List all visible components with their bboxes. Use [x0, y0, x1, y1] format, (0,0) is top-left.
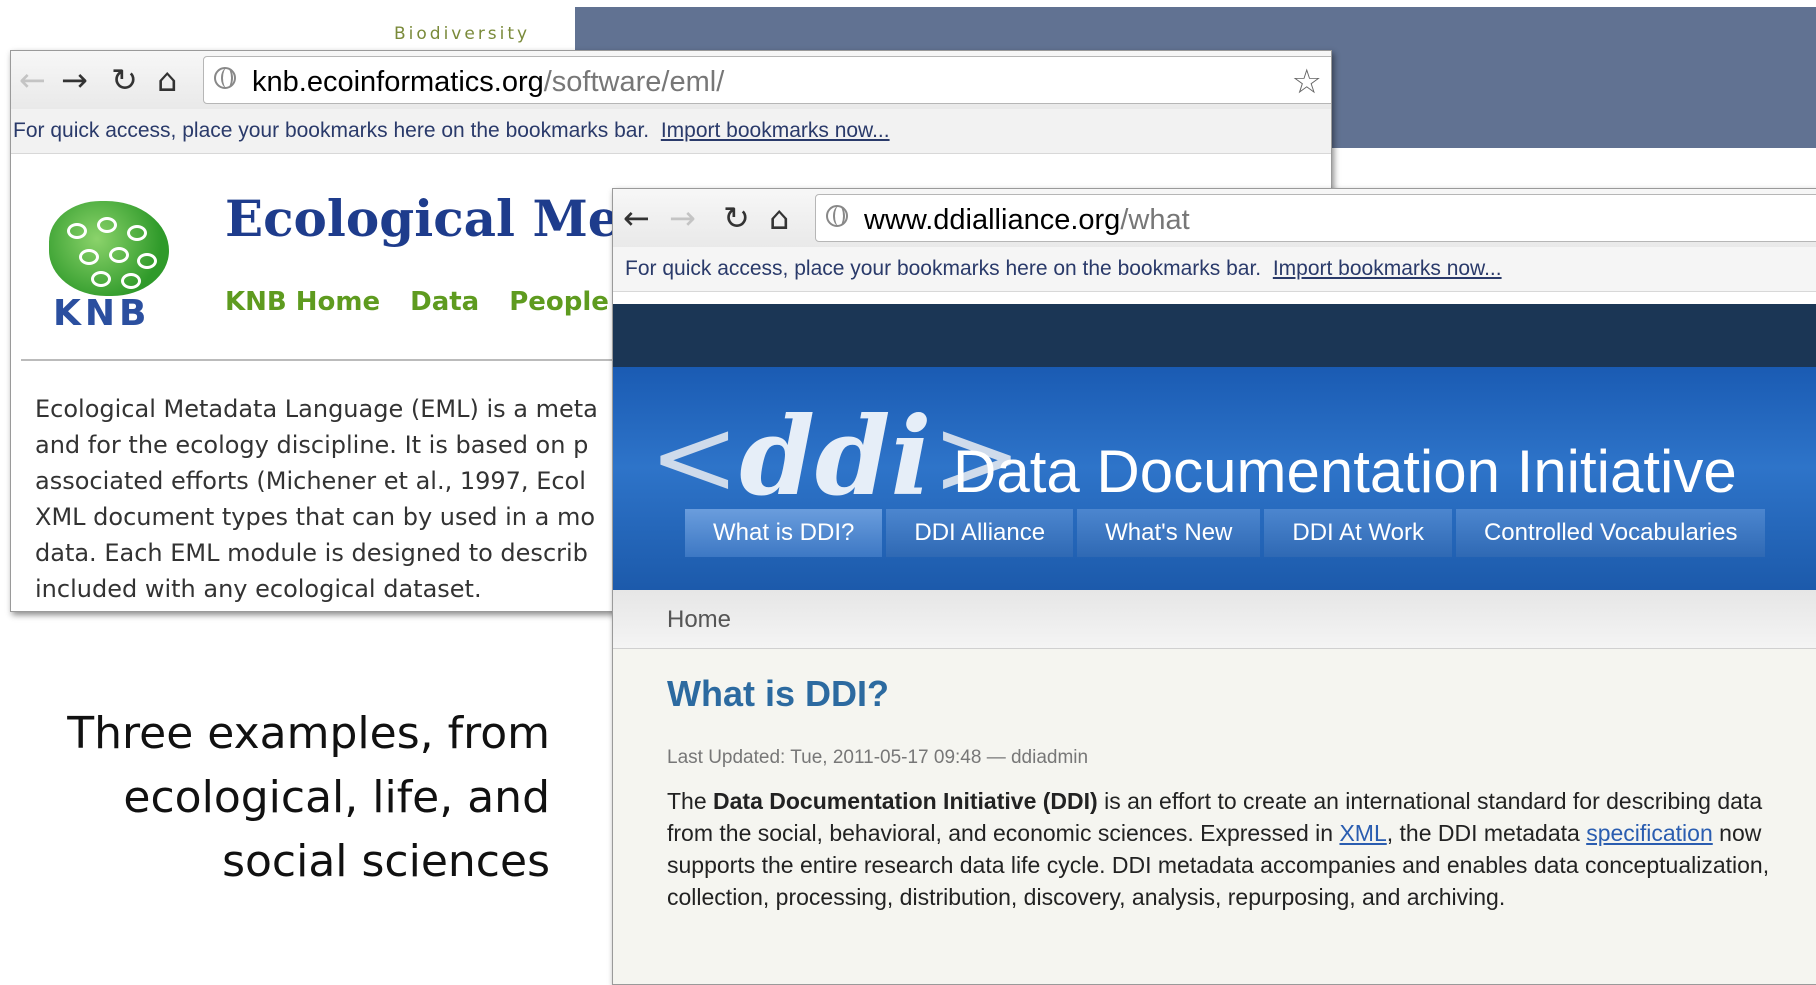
- specification-link[interactable]: specification: [1586, 820, 1713, 846]
- home-icon[interactable]: ⌂: [157, 63, 177, 97]
- url-text: www.ddialliance.org/what: [864, 204, 1190, 236]
- caption-line: Three examples, from: [67, 708, 550, 759]
- biodiversity-label: Biodiversity: [394, 24, 531, 44]
- address-bar[interactable]: www.ddialliance.org/what: [815, 194, 1816, 242]
- reload-icon[interactable]: ↻: [723, 201, 750, 235]
- site-title: Data Documentation Initiative: [953, 438, 1737, 505]
- globe-icon: [826, 205, 848, 227]
- ddi-header: <ddi> Data Documentation Initiative What…: [613, 367, 1816, 590]
- ddi-browser-window: ← → ↻ ⌂ www.ddialliance.org/what For qui…: [612, 188, 1816, 985]
- caption-line: ecological, life, and: [123, 772, 550, 823]
- back-arrow-icon[interactable]: ←: [623, 201, 650, 235]
- bookmarks-bar: For quick access, place your bookmarks h…: [11, 109, 1331, 154]
- forward-arrow-icon[interactable]: →: [669, 201, 696, 235]
- import-bookmarks-link[interactable]: Import bookmarks now...: [1273, 257, 1502, 280]
- knb-logo-text: KNB: [53, 293, 151, 334]
- home-icon[interactable]: ⌂: [769, 201, 789, 235]
- breadcrumb-home[interactable]: Home: [667, 606, 731, 634]
- import-bookmarks-link[interactable]: Import bookmarks now...: [661, 119, 890, 142]
- star-icon[interactable]: ☆: [1292, 62, 1322, 102]
- main-nav-tabs: What is DDI? DDI Alliance What's New DDI At…: [685, 509, 1769, 557]
- intro-paragraph: The Data Documentation Initiative (DDI) …: [667, 788, 1770, 910]
- forward-arrow-icon[interactable]: →: [61, 63, 88, 97]
- tab-ddi-at-work[interactable]: DDI At Work: [1264, 509, 1452, 557]
- tab-ddi-alliance[interactable]: DDI Alliance: [886, 509, 1074, 557]
- reload-icon[interactable]: ↻: [111, 63, 138, 97]
- page-title: What is DDI?: [667, 673, 889, 714]
- last-updated: Last Updated: Tue, 2011-05-17 09:48 — dd…: [667, 747, 1089, 768]
- globe-icon: [214, 67, 236, 89]
- xml-link[interactable]: XML: [1339, 820, 1386, 846]
- nav-people[interactable]: People: [509, 287, 609, 317]
- ddi-bold-term: Data Documentation Initiative (DDI): [713, 788, 1098, 814]
- bookmarks-bar: For quick access, place your bookmarks h…: [613, 247, 1816, 292]
- browser-toolbar: ← → ↻ ⌂ www.ddialliance.org/what: [613, 189, 1816, 247]
- breadcrumb: Home: [613, 590, 1816, 649]
- bookmarks-message: For quick access, place your bookmarks h…: [625, 257, 1262, 280]
- nav-data[interactable]: Data: [410, 287, 479, 317]
- knb-logo[interactable]: KNB: [39, 201, 169, 334]
- site-title: Ecological Meta: [225, 189, 676, 248]
- knb-logo-graphic: [49, 201, 169, 296]
- tab-controlled-vocabularies[interactable]: Controlled Vocabularies: [1455, 509, 1766, 557]
- address-bar[interactable]: knb.ecoinformatics.org/software/eml/ ☆: [203, 56, 1331, 104]
- browser-toolbar: ← → ↻ ⌂ knb.ecoinformatics.org/software/…: [11, 51, 1331, 109]
- back-arrow-icon[interactable]: ←: [19, 63, 46, 97]
- bookmarks-message: For quick access, place your bookmarks h…: [13, 119, 650, 142]
- ddi-content: What is DDI? Last Updated: Tue, 2011-05-…: [613, 649, 1816, 984]
- slide-caption: Three examples, from ecological, life, a…: [20, 702, 550, 894]
- tab-what-is-ddi[interactable]: What is DDI?: [685, 509, 883, 557]
- top-dark-bar: [613, 304, 1816, 367]
- knb-nav: KNB HomeDataPeopleI: [225, 287, 679, 317]
- url-text: knb.ecoinformatics.org/software/eml/: [252, 66, 725, 98]
- tab-whats-new[interactable]: What's New: [1077, 509, 1261, 557]
- nav-knb-home[interactable]: KNB Home: [225, 287, 380, 317]
- caption-line: social sciences: [222, 836, 550, 887]
